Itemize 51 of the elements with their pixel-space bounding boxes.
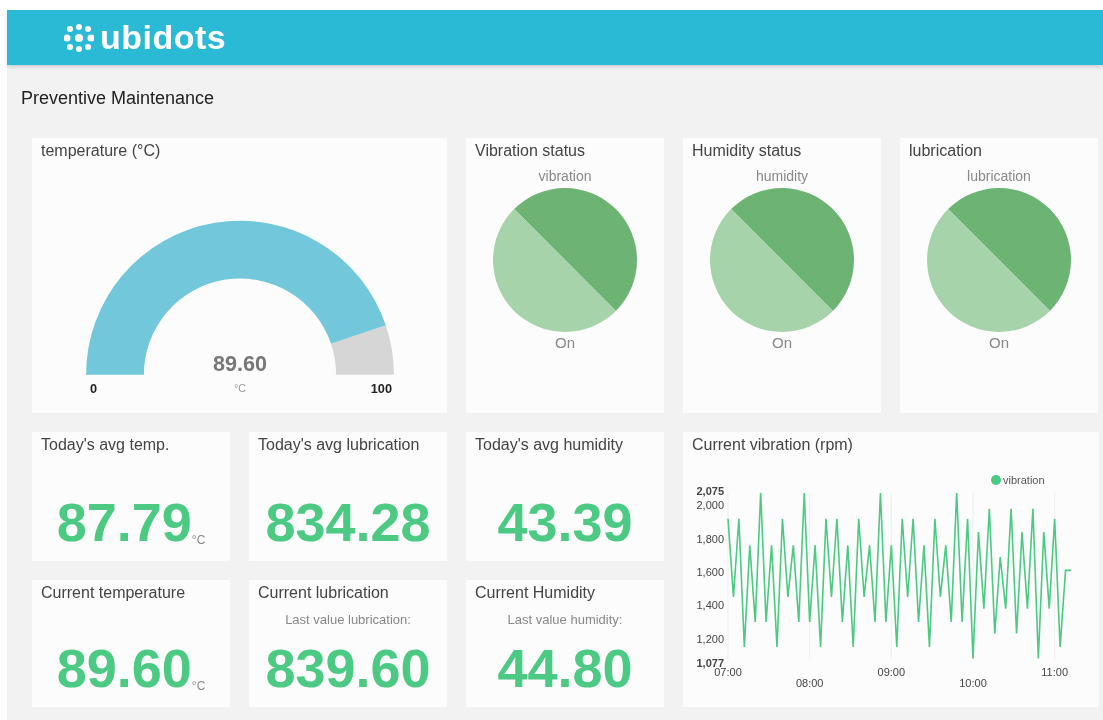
indicator-state: On [555, 334, 575, 351]
card-title: Current temperature [41, 584, 186, 602]
card-title: temperature (°C) [41, 142, 161, 160]
card-title: Today's avg lubrication [258, 436, 420, 454]
card-title: Humidity status [692, 142, 802, 160]
metric-value: 834.28 [265, 495, 431, 549]
y-axis-label: 2,000 [696, 499, 724, 512]
x-axis-label: 09:00 [877, 666, 906, 678]
y-axis-label: 1,200 [696, 632, 724, 645]
status-pie-icon [927, 188, 1071, 332]
gauge-max-label: 100 [370, 381, 392, 397]
metric-unit: °C [191, 533, 206, 547]
metric-value: 87.79 [56, 495, 192, 549]
gauge-track [330, 325, 394, 375]
card-title: Vibration status [475, 142, 585, 160]
x-axis-label: 11:00 [1041, 666, 1069, 678]
y-axis-label: 2,075 [696, 485, 724, 497]
indicator-variable: vibration [538, 168, 592, 184]
metric-value: 839.60 [265, 641, 431, 695]
card-title: Current lubrication [258, 584, 389, 602]
metric-value: 89.60 [56, 641, 192, 695]
y-axis-label: 1,077 [696, 657, 724, 669]
x-axis-label: 07:00 [714, 666, 742, 678]
y-axis-label: 1,800 [696, 532, 724, 545]
card-title: Today's avg humidity [475, 436, 623, 454]
gauge-unit: °C [233, 382, 246, 395]
status-pie-icon [710, 188, 854, 332]
y-axis-label: 1,400 [696, 599, 724, 612]
status-pie-icon [493, 188, 637, 332]
indicator-state: On [989, 334, 1009, 351]
metric-caption: Last value lubrication: [285, 612, 411, 627]
legend-label: vibration [1003, 474, 1045, 486]
gauge-value: 89.60 [212, 350, 267, 376]
metric-caption: Last value humidity: [507, 612, 623, 627]
card-title: lubrication [909, 142, 982, 160]
gauge-min-label: 0 [89, 381, 97, 397]
y-axis-label: 1,600 [696, 566, 724, 578]
card-title: Today's avg temp. [41, 436, 170, 454]
indicator-variable: lubrication [967, 168, 1031, 184]
card-title: Current vibration (rpm) [692, 436, 853, 454]
indicator-variable: humidity [755, 168, 809, 184]
card-title: Current Humidity [475, 584, 596, 602]
metric-value: 44.80 [497, 641, 633, 695]
logo-icon [64, 22, 94, 53]
metric-unit: °C [191, 679, 206, 693]
x-axis-label: 10:00 [959, 677, 987, 689]
page-title: Preventive Maintenance [20, 87, 216, 110]
logo-text: ubidots [100, 18, 227, 57]
metric-value: 43.39 [497, 495, 633, 549]
indicator-state: On [772, 334, 792, 351]
x-axis-label: 08:00 [795, 677, 824, 689]
